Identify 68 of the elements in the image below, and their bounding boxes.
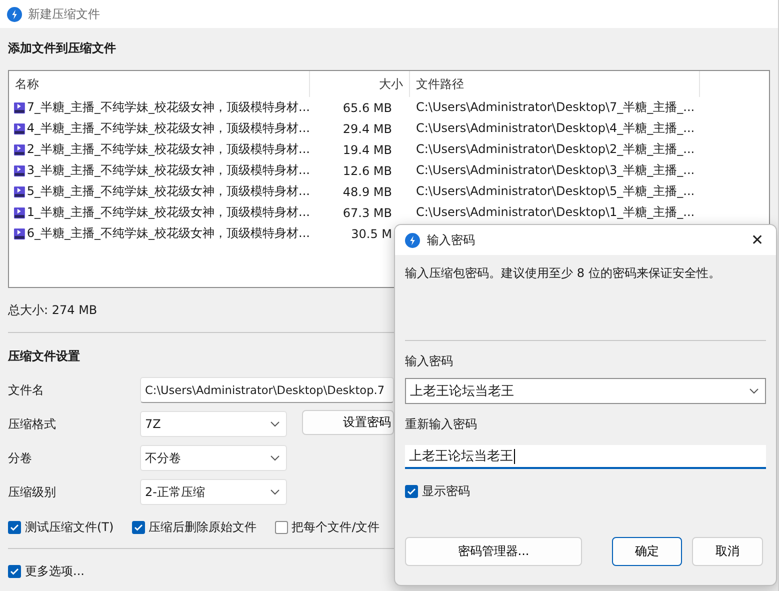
video-file-icon — [14, 184, 25, 200]
file-name: 4_半糖_主播_不纯学妹_校花级女神，顶级模特身材... — [26, 120, 310, 137]
file-name-field[interactable]: C:\Users\Administrator\Desktop\Desktop.7 — [140, 377, 394, 403]
video-file-icon — [14, 162, 25, 178]
file-name: 3_半糖_主播_不纯学妹_校花级女神，顶级模特身材... — [26, 162, 310, 179]
total-size: 总大小: 274 MB — [8, 302, 98, 319]
video-file-icon — [14, 100, 25, 116]
window-title: 新建压缩文件 — [28, 6, 100, 22]
video-file-icon — [14, 204, 25, 220]
field-label: 压缩格式 — [8, 416, 56, 432]
file-name: 5_半糖_主播_不纯学妹_校花级女神，顶级模特身材... — [26, 183, 310, 200]
video-file-icon — [14, 120, 25, 136]
set-password-button[interactable]: 设置密码 — [302, 410, 394, 435]
option-checkbox[interactable]: 把每个文件/文件 — [274, 519, 380, 536]
file-size: 12.6 MB — [342, 164, 393, 178]
chevron-down-icon — [749, 388, 759, 394]
file-size: 48.9 MB — [342, 184, 393, 198]
field-label: 重新输入密码 — [405, 416, 477, 433]
check-icon — [407, 488, 416, 495]
file-name: 6_半糖_主播_不纯学妹_校花级女神，顶级模特身材... — [26, 225, 310, 242]
confirm-password-field[interactable]: 上老王论坛当老王 — [405, 445, 766, 469]
password-combo[interactable]: 上老王论坛当老王 — [405, 378, 766, 404]
column-header[interactable]: 大小 — [310, 71, 410, 97]
file-name: 1_半糖_主播_不纯学妹_校花级女神，顶级模特身材... — [26, 204, 310, 221]
ok-button[interactable]: 确定 — [612, 537, 682, 566]
chevron-down-icon — [270, 489, 280, 495]
show-password-checkbox[interactable]: 显示密码 — [405, 483, 470, 500]
file-path: C:\Users\Administrator\Desktop\5_半糖_主播_... — [415, 183, 696, 200]
file-name: 2_半糖_主播_不纯学妹_校花级女神，顶级模特身材... — [26, 141, 310, 158]
password-manager-button[interactable]: 密码管理器... — [405, 537, 582, 566]
option-checkbox[interactable]: 压缩后删除原始文件 — [132, 519, 257, 536]
section-heading: 添加文件到压缩文件 — [8, 40, 116, 57]
file-path: C:\Users\Administrator\Desktop\2_半糖_主播_... — [415, 141, 696, 158]
dialog-description: 输入压缩包密码。建议使用至少 8 位的密码来保证安全性。 — [405, 265, 720, 282]
app-logo-icon — [405, 232, 420, 248]
check-icon — [10, 568, 19, 575]
dialog-title: 输入密码 — [427, 232, 476, 248]
cancel-button[interactable]: 取消 — [692, 537, 763, 566]
file-path: C:\Users\Administrator\Desktop\7_半糖_主播_... — [415, 99, 696, 116]
close-button[interactable]: ✕ — [747, 231, 768, 249]
file-size: 30.5 M — [350, 226, 393, 240]
field-label: 输入密码 — [405, 353, 453, 370]
more-options-checkbox[interactable]: 更多选项... — [8, 563, 84, 580]
column-header[interactable]: 名称 — [9, 71, 310, 97]
app-logo-icon — [7, 6, 22, 22]
column-header[interactable]: 文件路径 — [410, 71, 700, 97]
section-heading: 压缩文件设置 — [8, 348, 80, 365]
field-label: 压缩级别 — [8, 484, 56, 500]
dropdown[interactable]: 2-正常压缩 — [140, 479, 287, 505]
file-size: 65.6 MB — [342, 100, 393, 114]
file-name: 7_半糖_主播_不纯学妹_校花级女神，顶级模特身材... — [26, 99, 310, 116]
field-label: 文件名 — [8, 382, 44, 398]
check-icon — [10, 524, 19, 531]
video-file-icon — [14, 142, 25, 158]
file-size: 19.4 MB — [342, 142, 393, 156]
field-label: 分卷 — [8, 450, 32, 466]
file-size: 29.4 MB — [342, 122, 393, 136]
check-icon — [134, 524, 143, 531]
chevron-down-icon — [270, 421, 280, 427]
dropdown[interactable]: 不分卷 — [140, 445, 287, 471]
file-path: C:\Users\Administrator\Desktop\4_半糖_主播_... — [415, 120, 696, 137]
file-path: C:\Users\Administrator\Desktop\3_半糖_主播_... — [415, 162, 696, 179]
video-file-icon — [14, 226, 25, 242]
option-checkbox[interactable]: 测试压缩文件(T) — [8, 519, 114, 536]
chevron-down-icon — [270, 455, 280, 461]
dropdown[interactable]: 7Z — [140, 411, 287, 437]
file-size: 67.3 MB — [342, 206, 393, 220]
file-path: C:\Users\Administrator\Desktop\1_半糖_主播_... — [415, 204, 696, 221]
